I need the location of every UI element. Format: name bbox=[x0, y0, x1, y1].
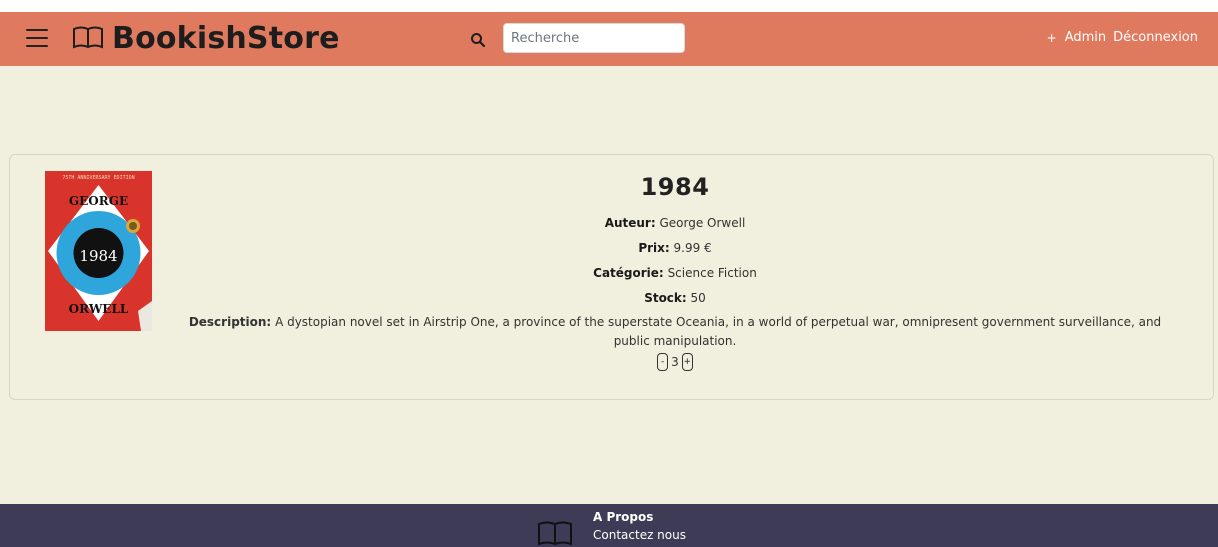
footer: A Propos Contactez nous bbox=[0, 504, 1218, 547]
nav-actions: + Admin Déconnexion bbox=[1047, 30, 1198, 45]
contact-link[interactable]: Contactez nous bbox=[593, 526, 686, 544]
cover-author-last: ORWELL bbox=[69, 302, 129, 316]
price-value: 9.99 € bbox=[673, 241, 712, 255]
cover-title: 1984 bbox=[79, 247, 117, 265]
stock-label: Stock: bbox=[644, 291, 687, 305]
description-value: A dystopian novel set in Airstrip One, a… bbox=[275, 315, 1162, 348]
cover-author-first: GEORGE bbox=[69, 194, 128, 208]
footer-links: A Propos Contactez nous bbox=[593, 508, 686, 544]
admin-link[interactable]: Admin bbox=[1065, 30, 1106, 45]
quantity-stepper: - 3 + bbox=[165, 353, 1185, 371]
menu-icon[interactable] bbox=[26, 29, 48, 47]
price-label: Prix: bbox=[638, 241, 670, 255]
navbar: BookishStore + Admin Déconnexion bbox=[0, 12, 1218, 66]
stock-row: Stock: 50 bbox=[165, 290, 1185, 306]
open-book-icon bbox=[538, 521, 572, 546]
search-icon[interactable] bbox=[470, 32, 486, 48]
price-row: Prix: 9.99 € bbox=[165, 240, 1185, 256]
book-card: 75TH ANNIVERSARY EDITION GEORGE 1984 ORW… bbox=[9, 154, 1214, 400]
decrement-button[interactable]: - bbox=[657, 353, 669, 371]
category-row: Catégorie: Science Fiction bbox=[165, 265, 1185, 281]
quantity-value: 3 bbox=[671, 355, 679, 369]
book-info: 1984 Auteur: George Orwell Prix: 9.99 € … bbox=[165, 173, 1185, 371]
about-link[interactable]: A Propos bbox=[593, 508, 686, 526]
book-title: 1984 bbox=[640, 173, 710, 201]
add-link[interactable]: + bbox=[1047, 31, 1057, 45]
author-row: Auteur: George Orwell bbox=[165, 215, 1185, 231]
increment-button[interactable]: + bbox=[681, 353, 693, 371]
author-label: Auteur: bbox=[604, 216, 656, 230]
description-label: Description: bbox=[188, 315, 272, 329]
brand-name: BookishStore bbox=[112, 20, 340, 56]
cover-banner: 75TH ANNIVERSARY EDITION bbox=[62, 175, 134, 181]
category-value: Science Fiction bbox=[667, 266, 757, 280]
category-label: Catégorie: bbox=[593, 266, 664, 280]
open-book-icon bbox=[73, 26, 103, 49]
brand-logo[interactable]: BookishStore bbox=[72, 18, 340, 58]
stock-value: 50 bbox=[690, 291, 706, 305]
book-cover-image: 75TH ANNIVERSARY EDITION GEORGE 1984 ORW… bbox=[45, 171, 152, 331]
logout-link[interactable]: Déconnexion bbox=[1113, 30, 1198, 45]
author-value: George Orwell bbox=[659, 216, 746, 230]
description-row: Description: A dystopian novel set in Ai… bbox=[165, 313, 1185, 351]
top-strip bbox=[0, 0, 1218, 12]
search-input[interactable] bbox=[503, 23, 685, 53]
